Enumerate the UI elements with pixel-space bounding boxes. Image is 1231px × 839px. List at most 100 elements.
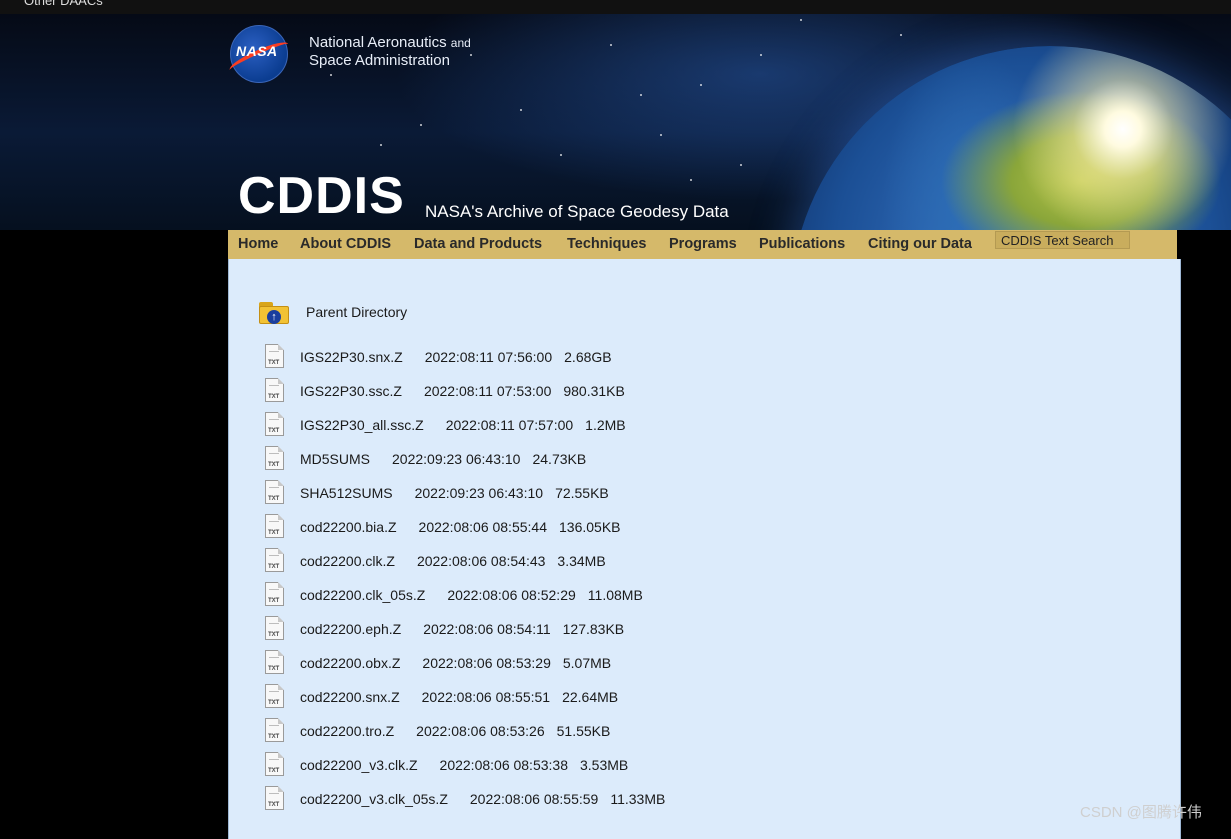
agency-line2: Space Administration (309, 52, 450, 69)
agency-name: National Aeronautics and Space Administr… (309, 34, 471, 70)
file-icon-label: TXT (268, 734, 280, 740)
file-size: 3.53MB (580, 757, 629, 773)
file-name-link[interactable]: IGS22P30_all.ssc.Z (300, 417, 424, 433)
file-entry: cod22200_v3.clk_05s.Z 2022:08:06 08:55:59… (300, 791, 665, 807)
watermark: CSDN @图腾许伟 (1080, 804, 1202, 821)
parent-directory-link[interactable]: Parent Directory (306, 304, 407, 320)
file-name-link[interactable]: cod22200.clk.Z (300, 553, 395, 569)
file-entry: SHA512SUMS 2022:09:23 06:43:10 72.55KB (300, 485, 609, 501)
file-name-link[interactable]: cod22200.snx.Z (300, 689, 400, 705)
other-daacs-link[interactable]: Other DAACs (24, 0, 103, 8)
file-size: 2.68GB (564, 349, 612, 365)
file-name-link[interactable]: cod22200.bia.Z (300, 519, 397, 535)
nav-publications[interactable]: Publications (759, 236, 845, 252)
file-icon-label: TXT (268, 802, 280, 808)
file-date: 2022:08:06 08:54:43 (416, 553, 546, 569)
file-icon-label: TXT (268, 632, 280, 638)
file-size: 136.05KB (559, 519, 621, 535)
file-size: 980.31KB (563, 383, 625, 399)
logo-wordmark: NASA (236, 43, 278, 59)
top-bar: Other DAACs (0, 0, 1231, 14)
file-name-link[interactable]: cod22200_v3.clk_05s.Z (300, 791, 448, 807)
text-file-icon[interactable]: TXT (265, 344, 284, 368)
file-date: 2022:08:11 07:56:00 (424, 349, 553, 365)
text-file-icon[interactable]: TXT (265, 446, 284, 470)
file-date: 2022:08:06 08:52:29 (447, 587, 576, 603)
agency-and: and (450, 36, 471, 50)
site-subtitle: NASA's Archive of Space Geodesy Data (425, 202, 729, 221)
site-title[interactable]: CDDIS (238, 166, 405, 226)
file-name-link[interactable]: IGS22P30.ssc.Z (300, 383, 402, 399)
text-file-icon[interactable]: TXT (265, 786, 284, 810)
file-name-link[interactable]: cod22200.obx.Z (300, 655, 400, 671)
file-size: 11.08MB (587, 587, 643, 603)
file-entry: IGS22P30.snx.Z 2022:08:11 07:56:00 2.68GB (300, 349, 612, 365)
file-entry: cod22200_v3.clk.Z 2022:08:06 08:53:38 3.53… (300, 757, 628, 773)
file-icon-label: TXT (268, 700, 280, 706)
text-file-icon[interactable]: TXT (265, 650, 284, 674)
file-size: 51.55KB (556, 723, 611, 739)
file-icon-label: TXT (268, 496, 280, 502)
text-file-icon[interactable]: TXT (265, 548, 284, 572)
nasa-logo[interactable]: NASA (226, 25, 292, 83)
file-date: 2022:09:23 06:43:10 (392, 451, 521, 467)
nav-programs[interactable]: Programs (669, 236, 737, 252)
file-icon-label: TXT (268, 394, 280, 400)
file-entry: cod22200.snx.Z 2022:08:06 08:55:51 22.64MB (300, 689, 618, 705)
file-date: 2022:08:11 07:57:00 (445, 417, 574, 433)
file-date: 2022:08:06 08:54:11 (423, 621, 551, 637)
text-file-icon[interactable]: TXT (265, 514, 284, 538)
file-name-link[interactable]: SHA512SUMS (300, 485, 393, 501)
file-date: 2022:09:23 06:43:10 (414, 485, 544, 501)
text-file-icon[interactable]: TXT (265, 616, 284, 640)
nav-techniques[interactable]: Techniques (567, 236, 647, 252)
file-entry: IGS22P30_all.ssc.Z 2022:08:11 07:57:00 1.2… (300, 417, 626, 433)
file-name-link[interactable]: cod22200.clk_05s.Z (300, 587, 425, 603)
file-icon-label: TXT (268, 598, 280, 604)
file-icon-label: TXT (268, 666, 280, 672)
file-date: 2022:08:11 07:53:00 (423, 383, 552, 399)
agency-line1: National Aeronautics (309, 34, 447, 51)
file-date: 2022:08:06 08:55:51 (421, 689, 551, 705)
file-entry: cod22200.obx.Z 2022:08:06 08:53:29 5.07MB (300, 655, 611, 671)
file-entry: cod22200.eph.Z 2022:08:06 08:54:11 127.83K… (300, 621, 624, 637)
earth-globe-image (790, 46, 1231, 230)
text-file-icon[interactable]: TXT (265, 378, 284, 402)
file-entry: MD5SUMS 2022:09:23 06:43:10 24.73KB (300, 451, 586, 467)
nav-data-and-products[interactable]: Data and Products (414, 236, 542, 252)
nav-home[interactable]: Home (238, 236, 278, 252)
text-file-icon[interactable]: TXT (265, 582, 284, 606)
file-entry: cod22200.clk_05s.Z 2022:08:06 08:52:29 11.… (300, 587, 643, 603)
file-size: 3.34MB (557, 553, 606, 569)
text-file-icon[interactable]: TXT (265, 718, 284, 742)
file-name-link[interactable]: cod22200.tro.Z (300, 723, 394, 739)
text-file-icon[interactable]: TXT (265, 412, 284, 436)
folder-up-icon[interactable]: ↑ (259, 302, 289, 324)
main-nav: Home About CDDIS Data and Products Techn… (228, 230, 1177, 260)
file-name-link[interactable]: MD5SUMS (300, 451, 370, 467)
file-size: 24.73KB (532, 451, 587, 467)
text-file-icon[interactable]: TXT (265, 752, 284, 776)
directory-listing: ↑ Parent Directory TXT IGS22P30.snx.Z 2022… (228, 259, 1181, 839)
file-icon-label: TXT (268, 564, 280, 570)
file-date: 2022:08:06 08:55:59 (469, 791, 599, 807)
text-search-button[interactable]: CDDIS Text Search (995, 231, 1130, 249)
file-size: 5.07MB (562, 655, 612, 671)
file-size: 22.64MB (562, 689, 619, 705)
nav-about-cddis[interactable]: About CDDIS (300, 236, 391, 252)
text-file-icon[interactable]: TXT (265, 684, 284, 708)
file-date: 2022:08:06 08:55:44 (418, 519, 547, 535)
file-name-link[interactable]: IGS22P30.snx.Z (300, 349, 403, 365)
file-icon-label: TXT (268, 462, 280, 468)
file-icon-label: TXT (268, 530, 280, 536)
file-date: 2022:08:06 08:53:26 (416, 723, 545, 739)
nav-citing-our-data[interactable]: Citing our Data (868, 236, 972, 252)
file-name-link[interactable]: cod22200_v3.clk.Z (300, 757, 418, 773)
file-date: 2022:08:06 08:53:38 (439, 757, 568, 773)
file-entry: cod22200.tro.Z 2022:08:06 08:53:26 51.55KB (300, 723, 610, 739)
text-file-icon[interactable]: TXT (265, 480, 284, 504)
file-size: 1.2MB (585, 417, 626, 433)
header-banner: NASA National Aeronautics and Space Admi… (0, 14, 1231, 230)
file-icon-label: TXT (268, 768, 280, 774)
file-name-link[interactable]: cod22200.eph.Z (300, 621, 401, 637)
